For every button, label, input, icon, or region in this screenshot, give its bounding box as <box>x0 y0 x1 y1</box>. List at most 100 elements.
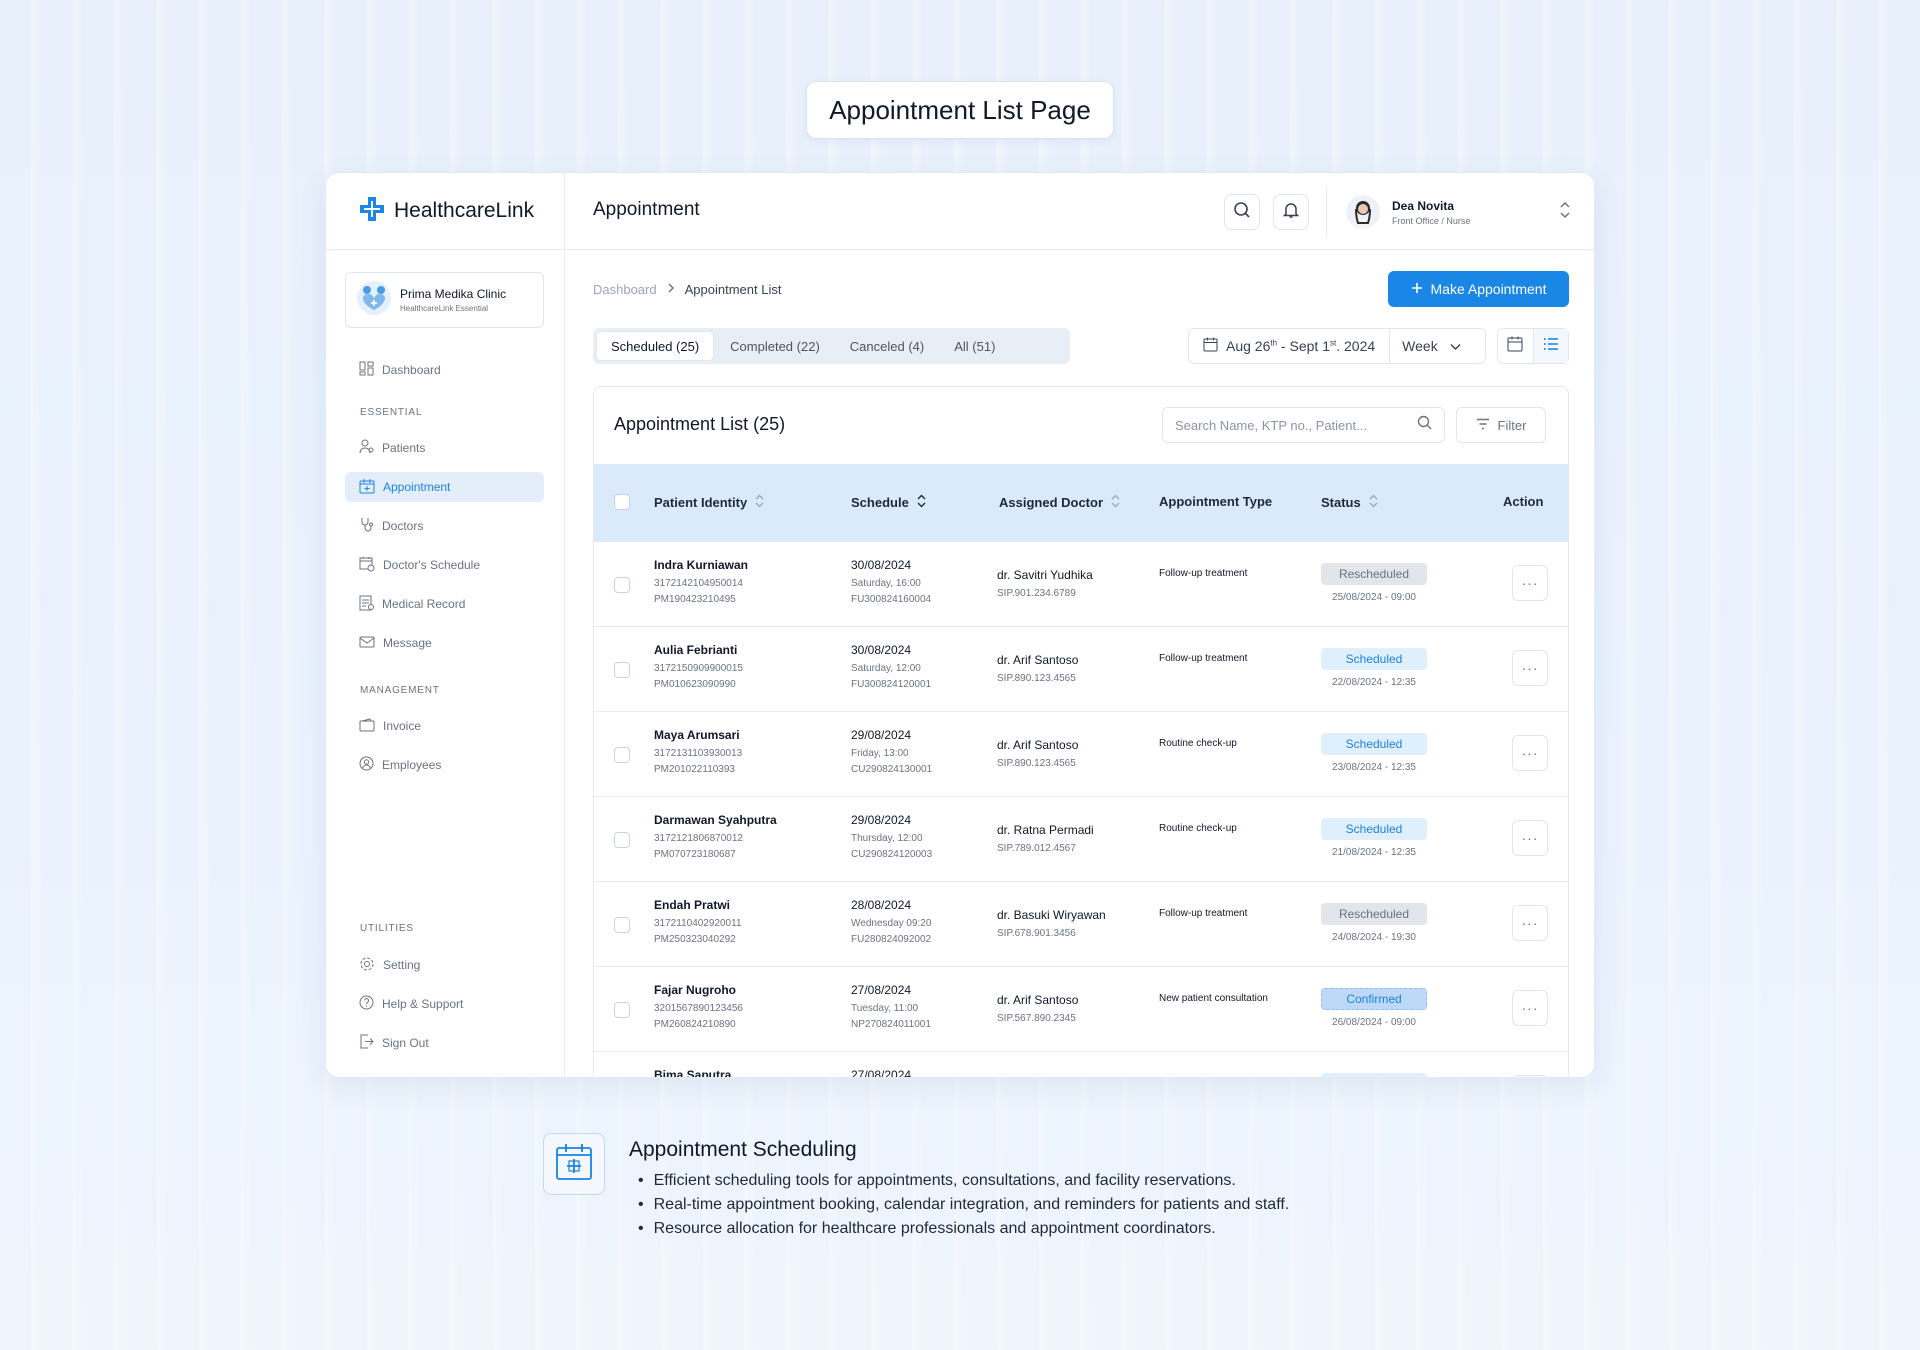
patient-ktp: 3201567890123456 <box>654 1003 743 1014</box>
message-icon <box>359 635 375 652</box>
chevron-down-icon <box>1450 338 1461 354</box>
status-date: 21/08/2024 - 12:35 <box>1332 847 1416 858</box>
app-window: HealthcareLink Appointment Dea Novita Fr… <box>325 172 1595 1078</box>
make-appointment-button[interactable]: Make Appointment <box>1388 271 1569 307</box>
sidebar-item-patients[interactable]: Patients <box>345 433 544 463</box>
user-menu[interactable]: Dea Novita Front Office / Nurse <box>1346 191 1571 233</box>
row-action-button[interactable]: ··· <box>1512 905 1548 941</box>
column-patient-identity[interactable]: Patient Identity <box>654 494 764 511</box>
sidebar-item-label: Message <box>383 636 432 650</box>
patient-pm-number: PM201022110393 <box>654 764 735 775</box>
row-checkbox[interactable] <box>614 662 630 678</box>
make-appointment-label: Make Appointment <box>1430 281 1547 297</box>
filter-button[interactable]: Filter <box>1456 407 1546 443</box>
search-button[interactable] <box>1224 194 1260 230</box>
doctor-name: dr. Arif Santoso <box>997 653 1079 667</box>
clinic-logo-icon <box>356 280 392 321</box>
sidebar-item-invoice[interactable]: Invoice <box>345 711 544 741</box>
patient-name[interactable]: Bima Saputra <box>654 1068 731 1077</box>
patient-pm-number: PM070723180687 <box>654 849 736 860</box>
appointment-type-cell: Routine check-up <box>1159 823 1237 834</box>
page-title: Appointment <box>593 199 700 220</box>
sidebar-item-appointment[interactable]: Appointment <box>345 472 544 502</box>
column-schedule[interactable]: Schedule <box>851 494 926 511</box>
schedule-cell: 27/08/2024 Tuesday, 11:00 NP270824011001 <box>851 983 931 1030</box>
sidebar-item-label: Appointment <box>383 480 451 494</box>
select-all-checkbox[interactable] <box>614 494 630 510</box>
doctor-sip: SIP.567.890.2345 <box>997 1013 1076 1024</box>
table-row[interactable]: Darmawan Syahputra 3172121806870012 PM07… <box>594 797 1568 882</box>
list-view-button[interactable] <box>1532 329 1568 363</box>
sidebar-item-doctors-schedule[interactable]: Doctor's Schedule <box>345 550 544 580</box>
schedule-date: 28/08/2024 <box>851 898 912 912</box>
clinic-switcher[interactable]: Prima Medika Clinic HealthcareLink Essen… <box>345 272 544 328</box>
sidebar-item-message[interactable]: Message <box>345 628 544 658</box>
sidebar-item-dashboard[interactable]: Dashboard <box>345 355 544 385</box>
sidebar-item-label: Sign Out <box>382 1036 429 1050</box>
dashboard-icon <box>359 361 374 379</box>
row-action-button[interactable]: ··· <box>1512 820 1548 856</box>
patient-name[interactable]: Maya Arumsari <box>654 728 742 742</box>
appointment-type: Follow-up treatment <box>1159 568 1248 579</box>
patient-identity-cell: Indra Kurniawan 3172142104950014 PM19042… <box>654 558 748 605</box>
date-range-button[interactable]: Aug 26th - Sept 1st. 2024 <box>1189 329 1391 363</box>
schedule-cell: 29/08/2024 Friday, 13:00 CU290824130001 <box>851 728 932 775</box>
table-row[interactable]: Fajar Nugroho 3201567890123456 PM2608242… <box>594 967 1568 1052</box>
row-checkbox[interactable] <box>614 747 630 763</box>
table-row[interactable]: Maya Arumsari 3172131103930013 PM2010221… <box>594 712 1568 797</box>
sidebar-item-label: Help & Support <box>382 997 464 1011</box>
row-action-button[interactable]: ··· <box>1512 650 1548 686</box>
tab-completed[interactable]: Completed (22) <box>716 331 834 361</box>
table-row[interactable]: Indra Kurniawan 3172142104950014 PM19042… <box>594 542 1568 627</box>
table-row[interactable]: Bima Saputra 27/08/2024 ··· <box>594 1052 1568 1077</box>
search-input[interactable] <box>1175 417 1405 433</box>
row-action-button[interactable]: ··· <box>1512 735 1548 771</box>
patient-name[interactable]: Darmawan Syahputra <box>654 813 777 827</box>
help-icon <box>359 995 374 1013</box>
notification-button[interactable] <box>1273 194 1309 230</box>
sidebar-item-employees[interactable]: Employees <box>345 750 544 780</box>
patient-name[interactable]: Indra Kurniawan <box>654 558 748 572</box>
status-cell: Scheduled 22/08/2024 - 12:35 <box>1321 648 1427 688</box>
sidebar-item-help-support[interactable]: Help & Support <box>345 989 544 1019</box>
schedule-date: 29/08/2024 <box>851 813 912 827</box>
brand[interactable]: HealthcareLink <box>326 173 565 249</box>
column-assigned-doctor[interactable]: Assigned Doctor <box>999 494 1120 511</box>
doctor-cell: dr. Arif Santoso SIP.890.123.4565 <box>997 653 1078 684</box>
sidebar-item-label: Invoice <box>383 719 422 733</box>
sidebar-item-medical-record[interactable]: Medical Record <box>345 589 544 619</box>
tab-scheduled[interactable]: Scheduled (25) <box>596 331 715 361</box>
bell-icon <box>1282 201 1300 224</box>
patient-name[interactable]: Fajar Nugroho <box>654 983 743 997</box>
row-action-button[interactable]: ··· <box>1512 1075 1548 1077</box>
patient-name[interactable]: Aulia Febrianti <box>654 643 743 657</box>
column-action: Action <box>1503 494 1544 509</box>
calendar-view-button[interactable] <box>1498 329 1533 363</box>
tab-all[interactable]: All (51) <box>940 331 1009 361</box>
row-checkbox[interactable] <box>614 577 630 593</box>
user-role: Front Office / Nurse <box>1392 215 1471 226</box>
period-select[interactable]: Week <box>1390 338 1473 354</box>
patient-name[interactable]: Endah Pratwi <box>654 898 742 912</box>
table-row[interactable]: Aulia Febrianti 3172150909900015 PM01062… <box>594 627 1568 712</box>
sidebar: Prima Medika Clinic HealthcareLink Essen… <box>326 250 565 1077</box>
row-action-button[interactable]: ··· <box>1512 565 1548 601</box>
user-circle-icon <box>359 756 374 774</box>
table-row[interactable]: Endah Pratwi 3172110402920011 PM25032304… <box>594 882 1568 967</box>
tab-canceled[interactable]: Canceled (4) <box>836 331 938 361</box>
row-checkbox[interactable] <box>614 1002 630 1018</box>
sidebar-item-doctors[interactable]: Doctors <box>345 511 544 541</box>
row-action-button[interactable]: ··· <box>1512 990 1548 1026</box>
row-checkbox[interactable] <box>614 832 630 848</box>
patient-ktp: 3172142104950014 <box>654 578 743 589</box>
sidebar-item-setting[interactable]: Setting <box>345 950 544 980</box>
row-checkbox[interactable] <box>614 917 630 933</box>
appointment-type: Follow-up treatment <box>1159 908 1248 919</box>
healthcarelink-logo-icon <box>358 195 386 228</box>
breadcrumb-dashboard-link[interactable]: Dashboard <box>593 282 657 297</box>
appointment-code: FU300824120001 <box>851 679 932 690</box>
doctor-name: dr. Basuki Wiryawan <box>997 908 1106 922</box>
column-status[interactable]: Status <box>1321 494 1378 511</box>
sidebar-item-sign-out[interactable]: Sign Out <box>345 1028 544 1058</box>
doctor-sip: SIP.890.123.4565 <box>997 673 1076 684</box>
